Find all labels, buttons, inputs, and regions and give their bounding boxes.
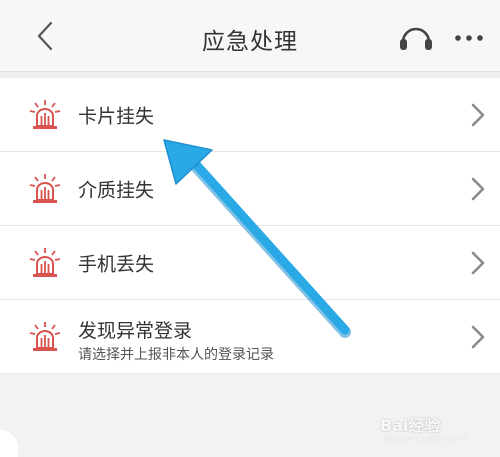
list-item-abnormal-login[interactable]: 发现异常登录 请选择并上报非本人的登录记录 [0,300,500,374]
list-item-label: 介质挂失 [78,179,155,201]
list-item-label: 发现异常登录 [78,320,193,342]
list-item-label: 卡片挂失 [78,105,155,127]
emergency-list: 卡片挂失 介质挂失 手机丢失 发现异常登录 请选择并上报非本人的登录记录 [0,78,500,374]
nav-header: 应急处理 [0,0,500,72]
list-item-label: 手机丢失 [78,253,155,275]
more-button[interactable] [452,26,486,50]
list-item-sublabel: 请选择并上报非本人的登录记录 [78,347,274,363]
watermark-url: jingyan.baidu.com [384,434,468,444]
watermark: Bai经验 jingyan.baidu.com [380,404,490,450]
alarm-light-icon [29,321,61,351]
alarm-light-icon [29,247,61,277]
list-item-medium-loss[interactable]: 介质挂失 [0,152,500,226]
chevron-right-icon [471,251,485,274]
corner-decoration [0,430,18,457]
list-item-phone-loss[interactable]: 手机丢失 [0,226,500,300]
more-dots-icon [455,35,483,41]
headset-icon [400,27,432,50]
customer-service-button[interactable] [398,22,434,56]
chevron-right-icon [471,103,485,126]
chevron-right-icon [471,325,485,348]
watermark-logo: Bai经验 [380,416,441,435]
chevron-right-icon [471,177,485,200]
alarm-light-icon [29,173,61,203]
alarm-light-icon [29,99,61,129]
list-item-card-loss[interactable]: 卡片挂失 [0,78,500,152]
